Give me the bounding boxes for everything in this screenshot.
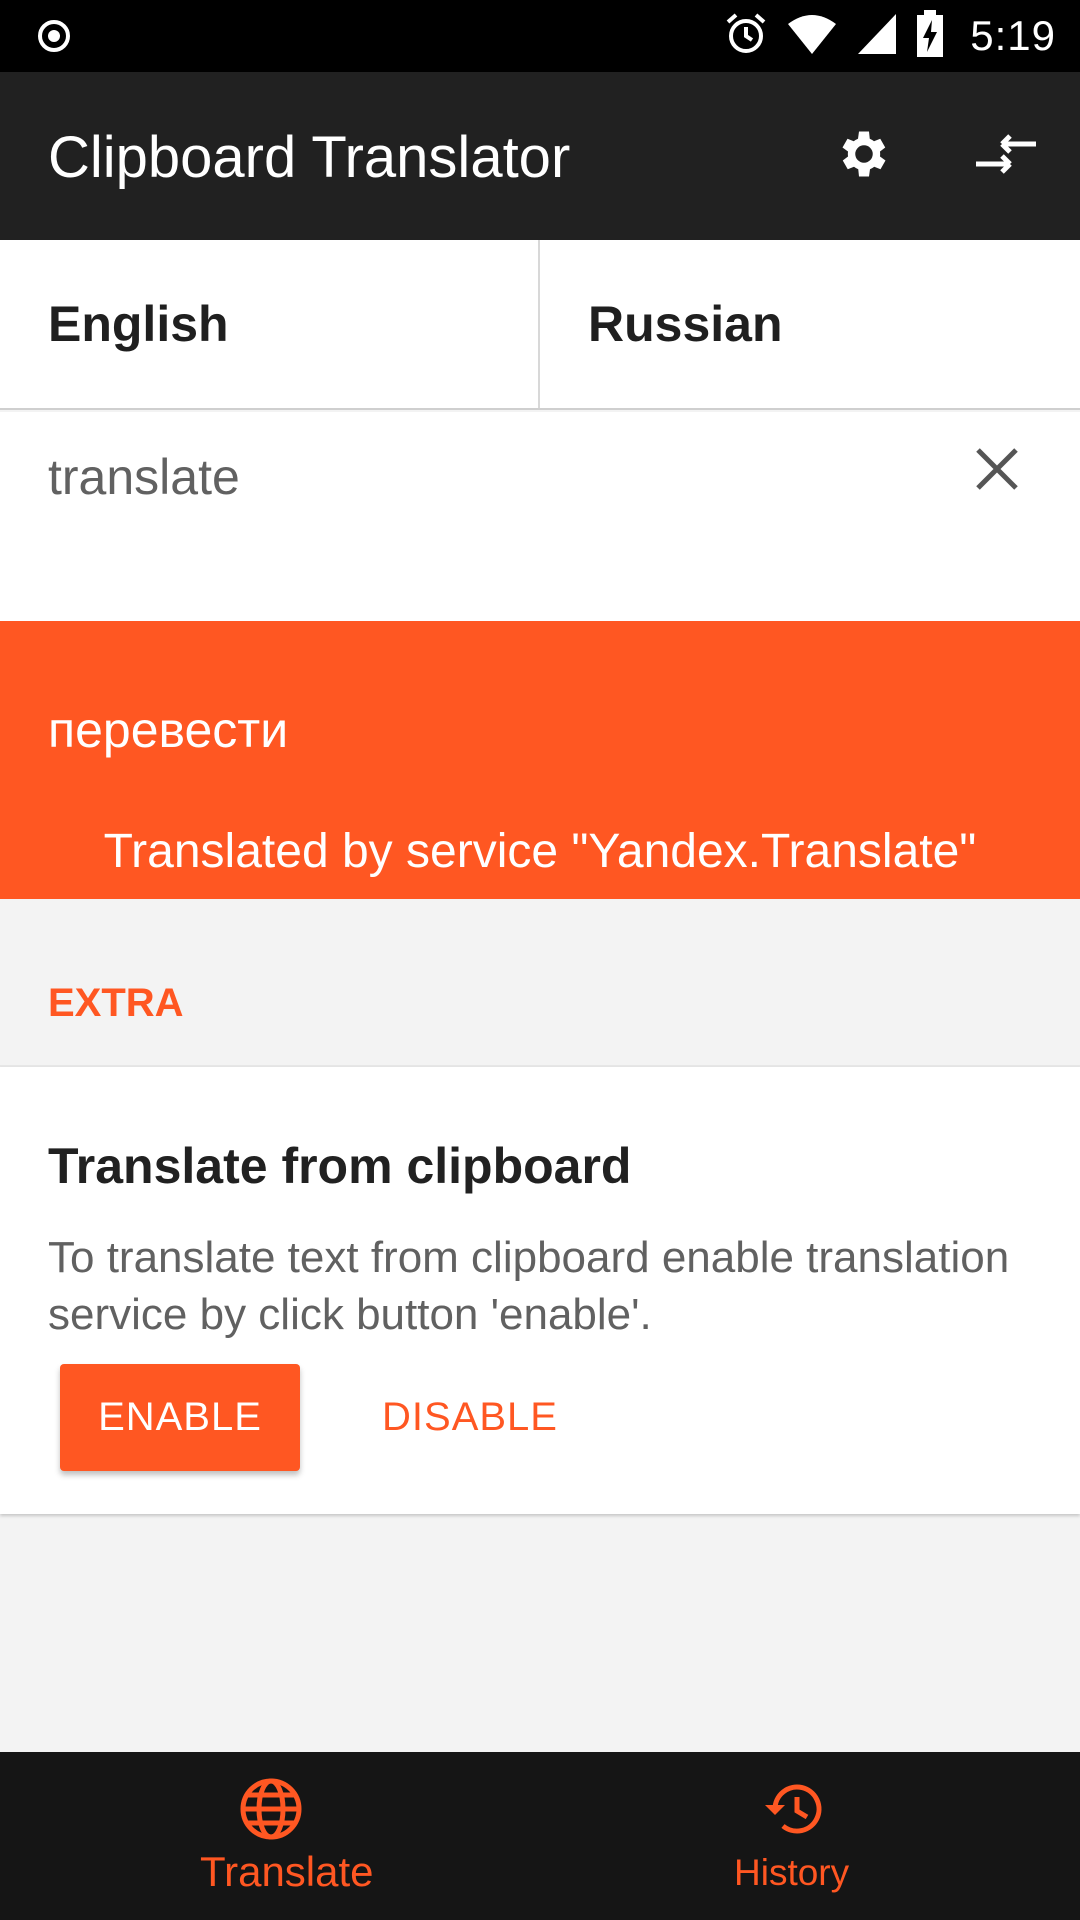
- source-language-button[interactable]: English: [0, 240, 540, 408]
- status-time: 5:19: [970, 12, 1056, 59]
- section-title: EXTRA: [48, 981, 184, 1025]
- source-language-label: English: [48, 296, 229, 352]
- translated-text: перевести: [48, 702, 289, 758]
- clipboard-card: Translate from clipboard To translate te…: [0, 1067, 1080, 1514]
- wifi-icon: [786, 12, 838, 61]
- circle-dot-icon: [36, 18, 72, 54]
- nav-item-translate[interactable]: Translate: [20, 1752, 540, 1920]
- app-bar: Clipboard Translator: [0, 72, 1080, 240]
- nav-label-history: History: [734, 1852, 850, 1893]
- bottom-navigation: Translate History: [0, 1752, 1080, 1920]
- nav-item-history[interactable]: History: [540, 1752, 1080, 1920]
- signal-icon: [856, 12, 898, 61]
- nav-label-translate: Translate: [200, 1848, 374, 1895]
- close-icon: [975, 447, 1019, 496]
- card-title: Translate from clipboard: [48, 1138, 632, 1194]
- source-text-value[interactable]: translate: [48, 448, 240, 506]
- translation-credit: Translated by service "Yandex.Translate": [103, 825, 977, 878]
- enable-button[interactable]: ENABLE: [60, 1364, 300, 1471]
- swap-languages-button[interactable]: [972, 122, 1040, 190]
- globe-icon: [238, 1776, 304, 1842]
- status-bar: 5:19: [0, 0, 1080, 72]
- extra-section-header: EXTRA: [0, 899, 1080, 1067]
- source-text-input[interactable]: translate: [0, 412, 1080, 621]
- clear-input-button[interactable]: [966, 440, 1028, 502]
- language-selector: English Russian: [0, 240, 1080, 410]
- target-language-button[interactable]: Russian: [540, 240, 1080, 408]
- battery-charging-icon: [916, 9, 944, 63]
- history-icon: [760, 1776, 826, 1842]
- swap-arrows-icon: [974, 130, 1038, 183]
- disable-button[interactable]: DISABLE: [370, 1364, 570, 1471]
- app-title: Clipboard Translator: [48, 125, 571, 190]
- settings-icon: [834, 124, 894, 189]
- target-language-label: Russian: [588, 296, 783, 352]
- alarm-icon: [724, 12, 768, 61]
- card-description: To translate text from clipboard enable …: [48, 1233, 1010, 1339]
- settings-button[interactable]: [830, 122, 898, 190]
- translation-result: перевести Translated by service "Yandex.…: [0, 621, 1080, 899]
